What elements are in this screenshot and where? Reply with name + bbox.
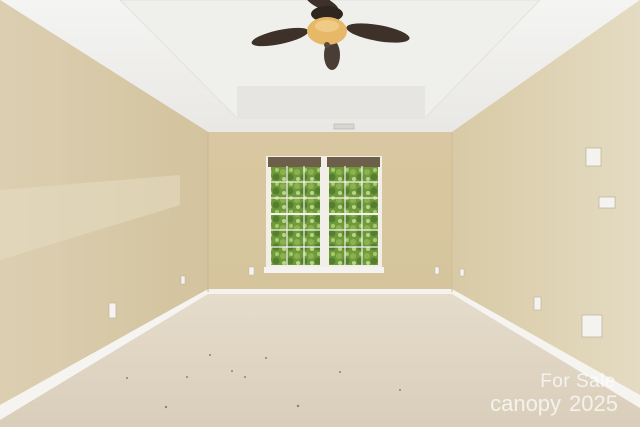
watermark: For Sale canopy 2025 [482, 372, 618, 415]
room-illustration [0, 0, 640, 427]
window-right-pane [329, 166, 378, 265]
tray-recess [237, 86, 425, 118]
watermark-year: 2025 [569, 391, 618, 416]
double-window [264, 156, 384, 273]
outlet-back-right [434, 266, 440, 275]
air-vent [333, 123, 355, 130]
empty-room-photo: For Sale canopy 2025 [0, 0, 640, 427]
watermark-brand: canopy [490, 391, 562, 416]
outlet-left-wall [108, 302, 117, 319]
floor-outlet [581, 314, 603, 338]
watermark-brand-line: canopy 2025 [482, 393, 618, 415]
outlet-right-corner [459, 268, 465, 277]
window-blind-right [327, 157, 380, 167]
window-blind-left [268, 157, 321, 167]
baseboard-back [208, 289, 452, 294]
watermark-for-sale: For Sale [540, 371, 616, 392]
outlet-left-corner [180, 275, 186, 285]
window-sill [264, 267, 384, 273]
outlet-right-wall [533, 296, 542, 311]
thermostat-panel [598, 196, 616, 209]
window-left-pane [271, 166, 320, 265]
light-switch [585, 147, 602, 167]
outlet-back-left [248, 266, 255, 276]
